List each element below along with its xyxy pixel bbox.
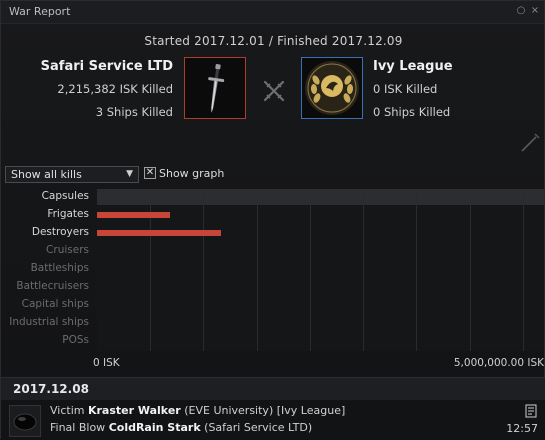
category-label: Battlecruisers [16,280,89,292]
kills-chart: Capsules Frigates Destroyers Cruisers Battle… [1,187,545,377]
x-axis-min-label: 0 ISK [93,357,120,369]
chart-bar [97,212,170,218]
final-blow-label: Final Blow [50,421,106,434]
kill-filter-select[interactable]: Show all kills ▼ [5,166,139,183]
chart-gridline [203,189,204,351]
category-label: Capital ships [21,298,89,310]
defender-name[interactable]: Ivy League [373,59,453,74]
aggressor-logo[interactable] [184,57,246,119]
kill-filter-value: Show all kills [11,168,82,181]
victim-label: Victim [50,404,85,417]
document-icon[interactable] [525,404,537,418]
show-graph-label[interactable]: Show graph [159,167,224,180]
victim-alliance[interactable]: Ivy League [281,404,341,417]
crossed-swords-icon [263,80,285,102]
category-label: Cruisers [46,244,89,256]
chart-gridline [363,189,364,351]
minimize-icon[interactable]: ○ [515,5,527,17]
window-title: War Report [9,5,71,18]
category-label: Destroyers [31,226,89,238]
chart-gridline [310,189,311,351]
chevron-down-icon: ▼ [126,169,133,179]
x-axis-max-label: 5,000,000.00 ISK [453,357,544,369]
category-label: Frigates [47,208,89,220]
kill-date: 2017.12.08 [13,382,89,396]
aggressor-isk-killed: 2,215,382 ISK Killed [57,82,173,96]
victim-corp[interactable]: EVE University [189,404,269,417]
final-blow-line: Final Blow ColdRain Stark (Safari Servic… [50,421,313,434]
kill-time: 12:57 [506,422,538,435]
close-icon[interactable]: × [529,5,541,17]
finished-label: Finished [277,34,328,48]
category-label: Battleships [30,262,89,274]
final-blow-corp[interactable]: Safari Service LTD [208,421,307,434]
period-separator: / [268,34,274,48]
final-blow-name[interactable]: ColdRain Stark [109,421,201,434]
ship-icon[interactable] [9,405,41,437]
aggressor-ships-killed: 3 Ships Killed [95,105,173,119]
chart-gridline [257,189,258,351]
kill-entry[interactable]: Victim Kraster Walker (EVE University) [… [1,400,545,440]
war-period: Started 2017.12.01 / Finished 2017.12.09 [1,34,545,48]
chart-bar [97,230,221,236]
title-bar[interactable]: War Report ○ × [1,1,544,24]
chart-plot-area [97,189,544,351]
defender-isk-killed: 0 ISK Killed [373,82,438,96]
finished-date: 2017.12.09 [331,34,403,48]
sword-icon [208,64,225,113]
laurel-emblem-icon [305,61,359,115]
chart-gridline [470,189,471,351]
category-label: Industrial ships [9,316,89,328]
chart-gridline [523,189,524,351]
chart-row-highlight [97,189,544,205]
started-date: 2017.12.01 [194,34,265,48]
category-label: Capsules [41,190,89,202]
kill-date-header[interactable]: 2017.12.08 [1,377,545,400]
sword-icon [521,133,540,152]
aggressor-name[interactable]: Safari Service LTD [41,59,173,74]
victim-line: Victim Kraster Walker (EVE University) [… [50,404,346,417]
category-label: POSs [62,334,89,346]
defender-ships-killed: 0 Ships Killed [373,105,451,119]
chart-gridline [416,189,417,351]
war-report-window: War Report ○ × Started 2017.12.01 / Fini… [0,0,545,440]
defender-logo[interactable] [301,57,363,119]
started-label: Started [144,34,191,48]
show-graph-checkbox[interactable]: ✕ [144,167,156,179]
victim-name[interactable]: Kraster Walker [88,404,181,417]
capsule-icon [13,413,37,431]
